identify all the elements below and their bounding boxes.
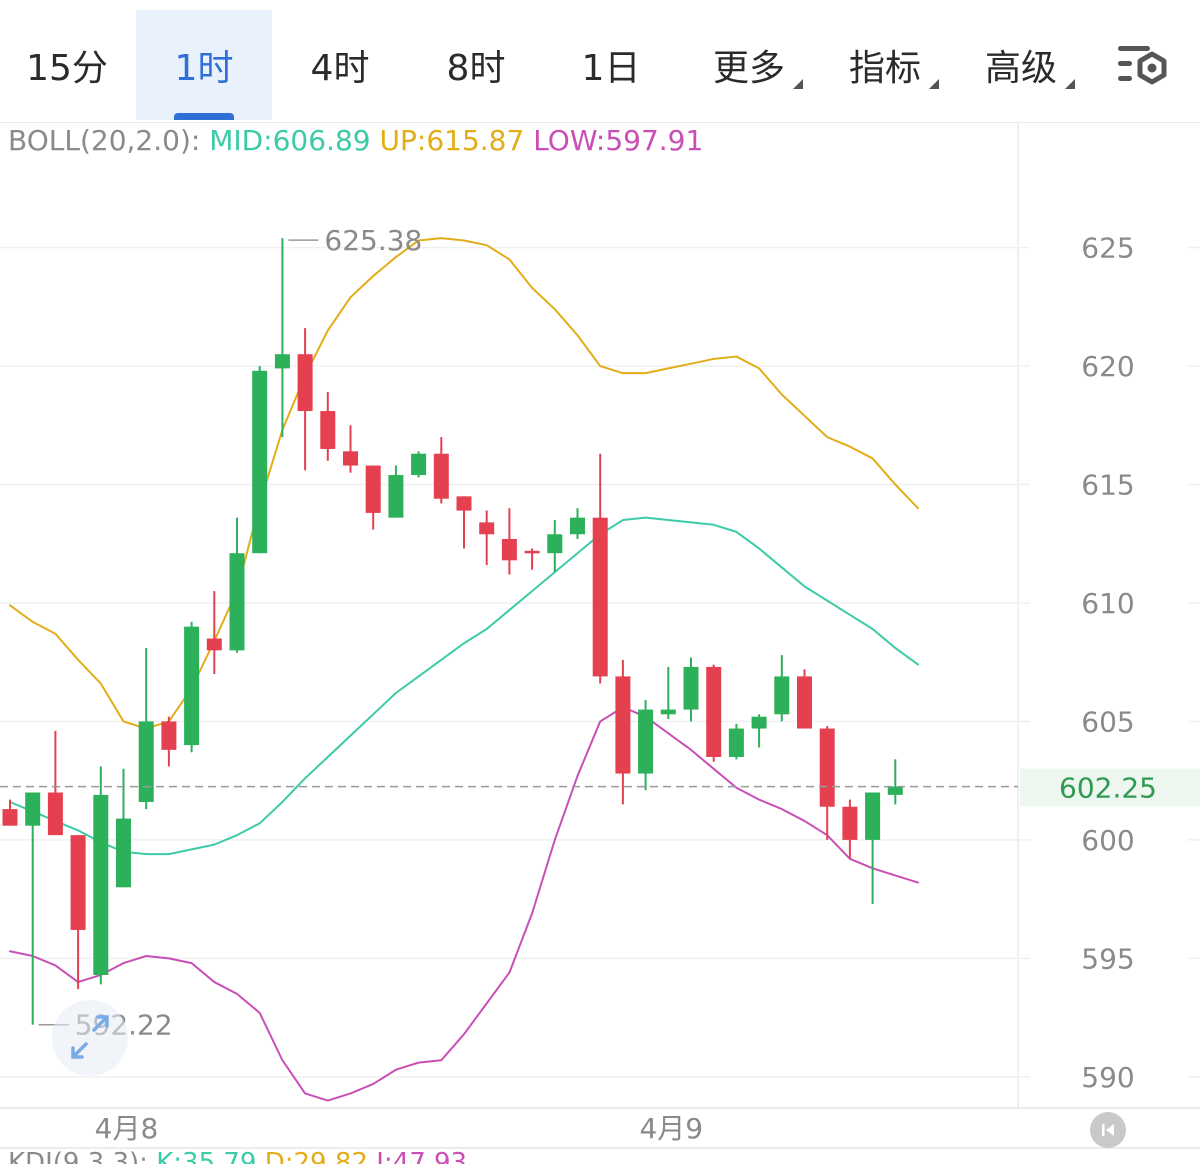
candle-body bbox=[343, 451, 358, 466]
candle-body bbox=[93, 794, 109, 975]
candle-body bbox=[229, 553, 245, 651]
candle-body bbox=[751, 716, 767, 729]
kdj-legend-prefix: KDJ(9,3,3): bbox=[8, 1148, 148, 1164]
y-tick-label: 610 bbox=[1081, 587, 1134, 620]
kdj-legend-k: K:35.79 bbox=[156, 1148, 257, 1164]
expand-arrows-icon bbox=[71, 1015, 109, 1059]
candle-body bbox=[774, 676, 790, 715]
candle-body bbox=[252, 370, 268, 554]
candle-body bbox=[592, 517, 608, 677]
candle-body bbox=[138, 721, 154, 802]
candle-body bbox=[433, 453, 449, 499]
candlestick-chart[interactable]: 6256206156106056005955904月84月9625.38592.… bbox=[0, 0, 1200, 1164]
candle-body bbox=[411, 453, 427, 476]
candle-body bbox=[297, 354, 313, 412]
candle-body bbox=[570, 517, 585, 535]
candle-body bbox=[819, 728, 835, 807]
candle-body bbox=[70, 835, 86, 930]
candle-body bbox=[116, 818, 131, 888]
candle-body bbox=[274, 354, 290, 369]
kdj-legend-d: D:29.82 bbox=[264, 1148, 368, 1164]
candle-body bbox=[728, 728, 744, 757]
candle-body bbox=[501, 538, 517, 561]
candle-body bbox=[615, 676, 631, 774]
candle-body bbox=[365, 465, 381, 513]
y-tick-label: 615 bbox=[1081, 469, 1134, 502]
y-tick-label: 605 bbox=[1081, 705, 1134, 738]
candle-body bbox=[706, 666, 722, 757]
kdj-legend: KDJ(9,3,3): K:35.79 D:29.82 J:47.93 bbox=[8, 1148, 467, 1164]
candle-body bbox=[865, 792, 881, 840]
y-tick-label: 625 bbox=[1081, 232, 1134, 265]
candle-body bbox=[683, 666, 699, 710]
expand-button[interactable] bbox=[52, 1000, 128, 1076]
rewind-to-start-icon[interactable] bbox=[1090, 1112, 1126, 1148]
y-tick-label: 595 bbox=[1081, 942, 1134, 975]
y-tick-label: 590 bbox=[1081, 1061, 1134, 1094]
kdj-legend-j: J:47.93 bbox=[376, 1148, 468, 1164]
candle-body bbox=[660, 709, 676, 715]
candle-body bbox=[547, 534, 563, 554]
candle-body bbox=[887, 786, 903, 795]
candle-body bbox=[184, 626, 200, 746]
candle-body bbox=[388, 475, 404, 518]
current-price-label: 602.25 bbox=[1059, 772, 1157, 805]
candle-body bbox=[842, 806, 858, 840]
candle-body bbox=[524, 550, 540, 554]
x-tick-label: 4月9 bbox=[639, 1112, 703, 1145]
candle-body bbox=[797, 676, 812, 729]
candle-body bbox=[25, 792, 41, 826]
candle-body bbox=[2, 809, 18, 826]
candle-body bbox=[320, 411, 336, 449]
y-tick-label: 600 bbox=[1081, 824, 1134, 857]
candle-body bbox=[479, 522, 495, 535]
candle-body bbox=[47, 792, 63, 836]
candle-body bbox=[638, 709, 654, 774]
max-price-label: 625.38 bbox=[324, 224, 422, 257]
y-tick-label: 620 bbox=[1081, 350, 1134, 383]
candle-body bbox=[161, 721, 177, 750]
candle-body bbox=[456, 496, 472, 511]
x-tick-label: 4月8 bbox=[95, 1112, 159, 1145]
candle-body bbox=[206, 638, 222, 651]
